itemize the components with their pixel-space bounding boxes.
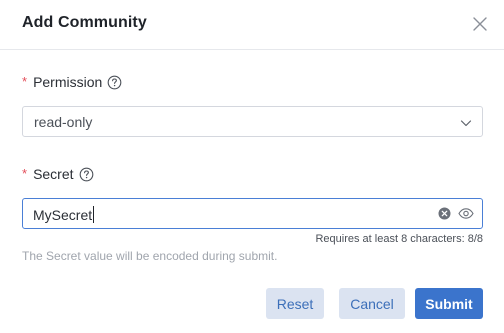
eye-icon[interactable] xyxy=(458,207,474,220)
dialog-title: Add Community xyxy=(22,14,147,31)
add-community-dialog: Add Community * Permission read-only * S… xyxy=(0,0,504,333)
secret-length-counter: Requires at least 8 characters: 8/8 xyxy=(315,233,483,245)
cancel-button[interactable]: Cancel xyxy=(339,288,405,319)
secret-label: * Secret xyxy=(22,166,94,182)
submit-button[interactable]: Submit xyxy=(415,288,483,319)
permission-select-value: read-only xyxy=(34,114,93,130)
required-marker: * xyxy=(22,165,28,181)
secret-hint: The Secret value will be encoded during … xyxy=(22,249,278,263)
secret-input-text: MySecret xyxy=(33,207,93,223)
dialog-header: Add Community xyxy=(0,0,504,50)
secret-input[interactable]: MySecret xyxy=(22,198,483,229)
question-circle-icon[interactable] xyxy=(107,75,122,90)
secret-label-text: Secret xyxy=(33,166,74,182)
close-icon[interactable] xyxy=(470,14,490,34)
chevron-down-icon xyxy=(460,116,472,128)
permission-select[interactable]: read-only xyxy=(22,106,483,137)
secret-input-value[interactable]: MySecret xyxy=(33,206,95,223)
permission-label: * Permission xyxy=(22,74,122,90)
required-marker: * xyxy=(22,73,28,89)
text-caret xyxy=(93,206,95,223)
question-circle-icon[interactable] xyxy=(79,167,94,182)
reset-button[interactable]: Reset xyxy=(266,288,324,319)
permission-label-text: Permission xyxy=(33,74,103,90)
clear-circle-icon[interactable] xyxy=(438,207,451,220)
